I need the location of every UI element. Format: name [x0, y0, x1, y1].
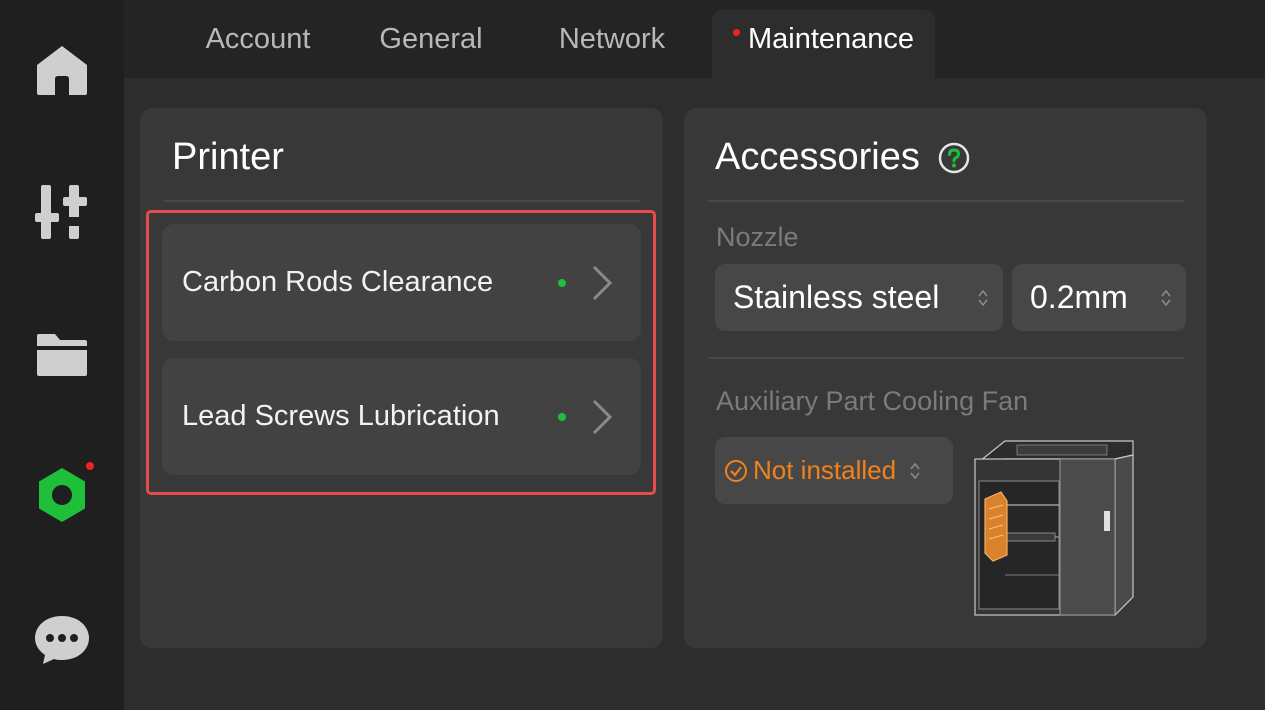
accessories-divider	[708, 200, 1184, 202]
row-label: Carbon Rods Clearance	[182, 266, 494, 298]
status-ok-dot	[558, 413, 566, 421]
chevron-right-icon	[592, 265, 613, 301]
lead-screws-lubrication-row[interactable]: Lead Screws Lubrication	[162, 358, 641, 475]
tab-general[interactable]: General	[356, 10, 506, 78]
updown-arrows-icon	[1161, 289, 1171, 307]
nozzle-diameter-value: 0.2mm	[1030, 279, 1128, 315]
fan-label: Auxiliary Part Cooling Fan	[716, 386, 1029, 416]
home-icon	[37, 46, 87, 95]
sidebar	[0, 0, 124, 710]
nav-home-button[interactable]	[0, 25, 124, 115]
status-ok-dot	[558, 279, 566, 287]
sliders-icon	[35, 185, 87, 239]
tab-account[interactable]: Account	[178, 10, 338, 78]
updown-arrows-icon	[978, 289, 988, 307]
nav-messages-button[interactable]	[0, 595, 124, 685]
nut-icon	[39, 468, 85, 522]
nozzle-material-value: Stainless steel	[733, 279, 940, 315]
nav-settings-button[interactable]	[0, 450, 124, 540]
printer-divider	[164, 200, 640, 202]
nav-files-button[interactable]	[0, 310, 124, 400]
printer-illustration	[974, 440, 1134, 617]
check-circle-icon	[725, 460, 747, 482]
nozzle-diameter-select[interactable]: 0.2mm	[1012, 264, 1186, 331]
nozzle-label: Nozzle	[716, 222, 799, 252]
nav-controls-button[interactable]	[0, 167, 124, 257]
row-label: Lead Screws Lubrication	[182, 400, 500, 432]
tab-bar: Account General Network Maintenance	[124, 0, 1265, 78]
fan-divider	[708, 357, 1184, 359]
tab-maintenance-label: Maintenance	[747, 23, 915, 55]
tab-maintenance[interactable]: Maintenance	[712, 10, 935, 78]
carbon-rods-clearance-row[interactable]: Carbon Rods Clearance	[162, 224, 641, 341]
fan-status-value: Not installed	[753, 455, 897, 485]
notification-dot	[86, 462, 94, 470]
fan-status-select[interactable]: Not installed	[715, 437, 953, 504]
accessories-title: Accessories	[715, 136, 920, 178]
folder-icon	[37, 334, 87, 376]
tab-notification-dot	[732, 28, 740, 36]
chevron-right-icon	[592, 399, 613, 435]
help-icon[interactable]	[938, 142, 970, 174]
nozzle-material-select[interactable]: Stainless steel	[715, 264, 1003, 331]
printer-title: Printer	[172, 136, 284, 178]
updown-arrows-icon	[910, 462, 920, 480]
chat-bubble-icon	[35, 616, 89, 664]
tab-network[interactable]: Network	[532, 10, 692, 78]
